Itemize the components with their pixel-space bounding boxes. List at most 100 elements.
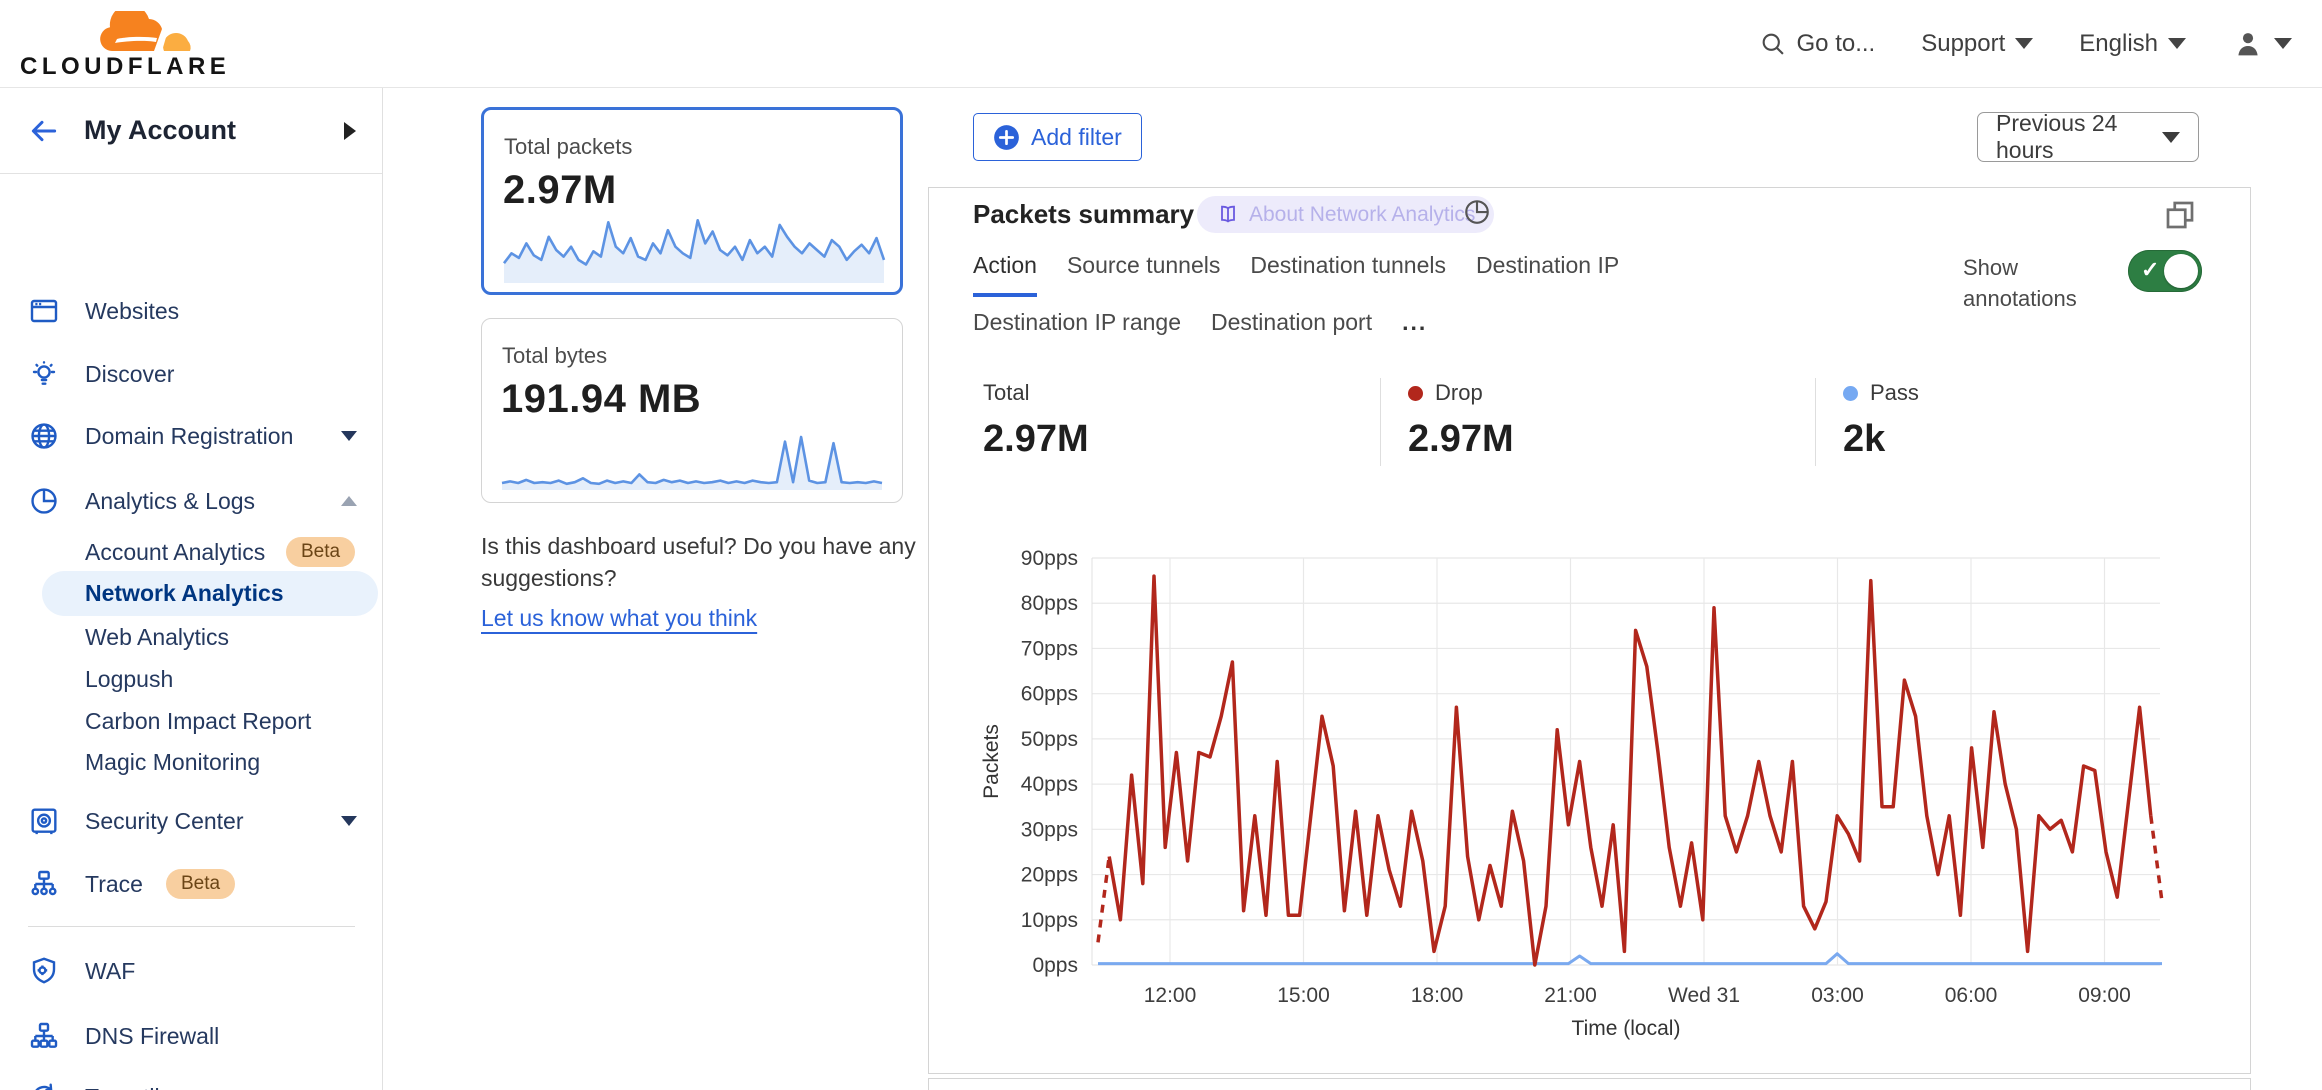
sidebar-item-network-analytics[interactable]: Network Analytics	[42, 571, 378, 616]
globe-icon	[28, 420, 60, 452]
packets-sparkline	[498, 210, 890, 288]
book-icon	[1216, 203, 1240, 227]
drop-legend-dot	[1408, 386, 1423, 401]
sidebar-item-magic-monitoring[interactable]: Magic Monitoring	[0, 743, 383, 781]
check-icon: ✓	[2141, 257, 2159, 283]
stat-divider	[1815, 378, 1816, 466]
sidebar-item-discover[interactable]: Discover	[0, 355, 383, 393]
svg-text:10pps: 10pps	[1021, 909, 1078, 932]
card-title: Total packets	[504, 134, 900, 160]
svg-text:80pps: 80pps	[1021, 592, 1078, 615]
account-title[interactable]: My Account	[84, 115, 236, 146]
rotate-check-icon	[28, 1081, 60, 1090]
tab-destination-ip[interactable]: Destination IP	[1476, 252, 1619, 297]
sidebar-item-account-analytics[interactable]: Account Analytics Beta	[0, 533, 383, 571]
packets-time-series-chart: 0pps10pps20pps30pps40pps50pps60pps70pps8…	[940, 540, 2240, 1050]
total-bytes-card[interactable]: Total bytes 191.94 MB	[481, 318, 903, 503]
svg-text:06:00: 06:00	[1945, 984, 1998, 1007]
trace-icon	[28, 868, 60, 900]
user-icon	[2232, 28, 2264, 60]
next-panel-edge	[928, 1078, 2251, 1090]
svg-text:0pps: 0pps	[1032, 954, 1078, 977]
svg-text:60pps: 60pps	[1021, 683, 1078, 706]
sidebar-item-trace[interactable]: Trace Beta	[0, 865, 383, 903]
show-annotations-toggle[interactable]: ✓	[2128, 250, 2202, 292]
svg-text:Time (local): Time (local)	[1572, 1017, 1681, 1040]
account-header: My Account	[0, 88, 382, 174]
svg-text:50pps: 50pps	[1021, 728, 1078, 751]
lightbulb-icon	[28, 358, 60, 390]
chevron-right-icon[interactable]	[344, 122, 356, 140]
stat-value: 2k	[1843, 418, 1919, 461]
sidebar-divider	[28, 926, 355, 927]
safe-icon	[28, 805, 60, 837]
panel-title: Packets summary	[973, 199, 1194, 230]
svg-text:03:00: 03:00	[1811, 984, 1864, 1007]
sidebar-item-logpush[interactable]: Logpush	[0, 660, 383, 698]
plus-circle-icon	[993, 124, 1020, 151]
tab-action[interactable]: Action	[973, 252, 1037, 297]
svg-text:18:00: 18:00	[1411, 984, 1464, 1007]
svg-text:15:00: 15:00	[1277, 984, 1330, 1007]
card-value: 2.97M	[503, 168, 900, 213]
svg-text:Wed 31: Wed 31	[1668, 984, 1740, 1007]
hierarchy-icon	[28, 1020, 60, 1052]
tab-destination-tunnels[interactable]: Destination tunnels	[1250, 252, 1446, 297]
tab-source-tunnels[interactable]: Source tunnels	[1067, 252, 1220, 297]
tab-destination-port[interactable]: Destination port	[1211, 309, 1372, 350]
stat-value: 2.97M	[983, 418, 1089, 461]
support-label: Support	[1921, 30, 2005, 58]
beta-badge: Beta	[166, 869, 235, 899]
sidebar-item-analytics-logs[interactable]: Analytics & Logs	[0, 482, 383, 520]
goto-label: Go to...	[1797, 30, 1876, 58]
time-range-dropdown[interactable]: Previous 24 hours	[1977, 112, 2199, 162]
cloudflare-logo[interactable]: CLOUDFLARE	[20, 9, 190, 79]
global-search[interactable]: Go to...	[1759, 30, 1876, 58]
stat-value: 2.97M	[1408, 418, 1514, 461]
sidebar-item-web-analytics[interactable]: Web Analytics	[0, 618, 383, 656]
chevron-down-icon	[2274, 38, 2292, 49]
svg-text:Packets: Packets	[980, 724, 1003, 799]
chevron-down-icon	[341, 431, 357, 441]
bytes-sparkline	[496, 405, 888, 495]
cloudflare-cloud-icon	[98, 11, 194, 53]
sidebar-item-turnstile[interactable]: Turnstile	[0, 1078, 383, 1090]
dimension-tabs: Action Source tunnels Destination tunnel…	[973, 252, 1853, 350]
language-menu[interactable]: English	[2079, 30, 2186, 58]
svg-text:09:00: 09:00	[2078, 984, 2131, 1007]
pass-legend-dot	[1843, 386, 1858, 401]
browser-icon	[28, 295, 60, 327]
toggle-knob	[2164, 254, 2198, 288]
feedback-block: Is this dashboard useful? Do you have an…	[481, 530, 921, 634]
about-network-analytics-pill[interactable]: About Network Analytics	[1197, 196, 1494, 233]
chevron-down-icon	[2168, 38, 2186, 49]
add-filter-button[interactable]: Add filter	[973, 113, 1142, 161]
total-packets-card[interactable]: Total packets 2.97M	[481, 107, 903, 295]
expand-panel-icon[interactable]	[2162, 197, 2198, 233]
sidebar-item-domain-registration[interactable]: Domain Registration	[0, 417, 383, 455]
sidebar-item-security-center[interactable]: Security Center	[0, 802, 383, 840]
svg-text:70pps: 70pps	[1021, 637, 1078, 660]
support-menu[interactable]: Support	[1921, 30, 2033, 58]
sidebar-item-carbon-impact-report[interactable]: Carbon Impact Report	[0, 702, 383, 740]
search-icon	[1759, 30, 1787, 58]
svg-text:21:00: 21:00	[1544, 984, 1597, 1007]
top-navigation: Go to... Support English	[1759, 28, 2292, 60]
sidebar-item-dns-firewall[interactable]: DNS Firewall	[0, 1017, 383, 1055]
svg-text:12:00: 12:00	[1144, 984, 1197, 1007]
pie-chart-icon[interactable]	[1462, 197, 1492, 227]
topbar: CLOUDFLARE Go to... Support English	[0, 0, 2322, 88]
pie-chart-icon	[28, 485, 60, 517]
stat-drop: Drop 2.97M	[1408, 380, 1514, 461]
chevron-down-icon	[2162, 132, 2180, 143]
more-tabs-button[interactable]: ...	[1402, 309, 1427, 350]
sidebar-item-waf[interactable]: WAF	[0, 952, 383, 990]
stat-label: Total	[983, 380, 1029, 406]
stat-pass: Pass 2k	[1843, 380, 1919, 461]
sidebar-item-websites[interactable]: Websites	[0, 292, 383, 330]
tab-destination-ip-range[interactable]: Destination IP range	[973, 309, 1181, 350]
account-menu[interactable]	[2232, 28, 2292, 60]
show-annotations-label: Show annotations	[1963, 252, 2115, 314]
feedback-link[interactable]: Let us know what you think	[481, 602, 757, 634]
back-arrow-icon[interactable]	[26, 115, 62, 147]
